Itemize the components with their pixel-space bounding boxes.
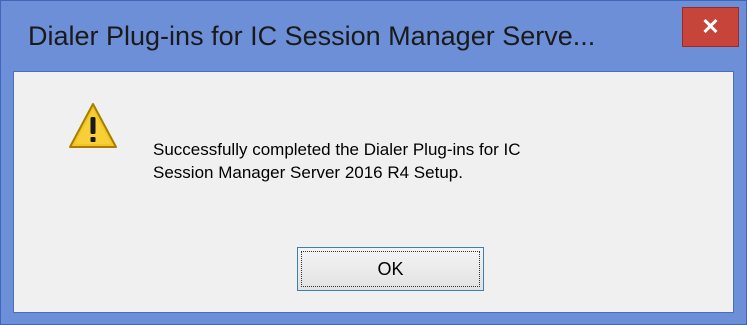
ok-button[interactable]: OK bbox=[297, 247, 484, 291]
dialog-body: Successfully completed the Dialer Plug-i… bbox=[13, 71, 734, 313]
message-line-2: Session Manager Server 2016 R4 Setup. bbox=[153, 163, 463, 182]
message-box-window: Dialer Plug-ins for IC Session Manager S… bbox=[0, 0, 747, 325]
window-title: Dialer Plug-ins for IC Session Manager S… bbox=[28, 21, 596, 51]
message-text: Successfully completed the Dialer Plug-i… bbox=[153, 138, 673, 184]
close-icon: ✕ bbox=[701, 14, 720, 39]
title-bar[interactable]: Dialer Plug-ins for IC Session Manager S… bbox=[1, 1, 746, 71]
warning-icon bbox=[69, 103, 117, 148]
close-button[interactable]: ✕ bbox=[682, 7, 739, 47]
message-line-1: Successfully completed the Dialer Plug-i… bbox=[153, 140, 521, 159]
